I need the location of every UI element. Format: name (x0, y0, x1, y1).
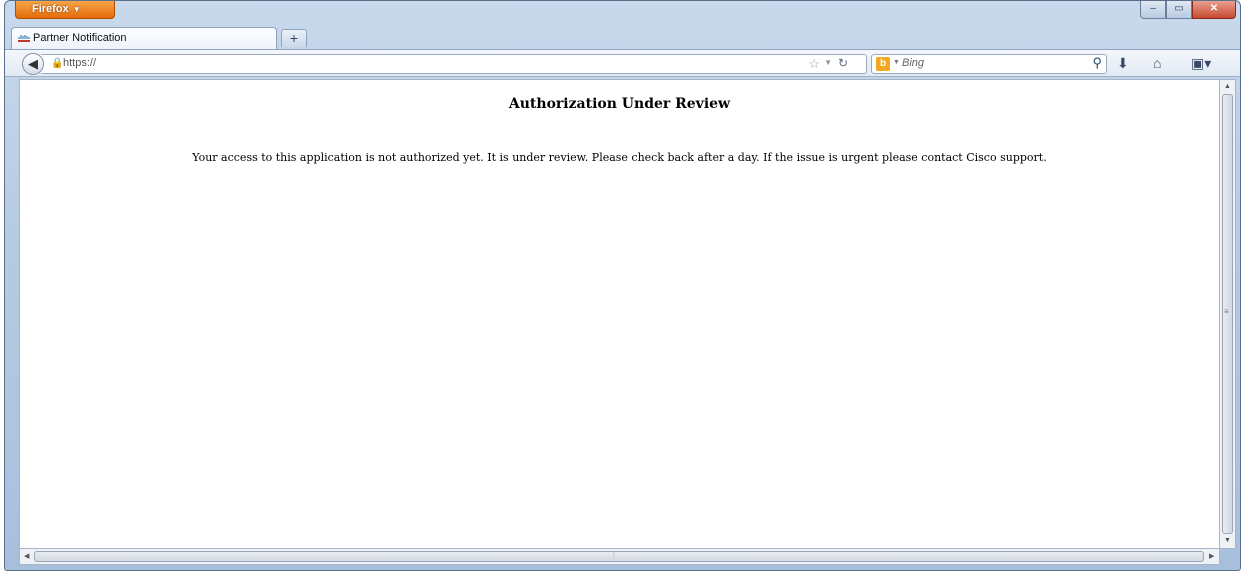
scroll-up-icon[interactable]: ▲ (1224, 83, 1231, 90)
scroll-down-icon[interactable]: ▼ (1224, 537, 1231, 544)
authorization-message: Your access to this application is not a… (192, 151, 1047, 164)
home-icon[interactable]: ⌂ (1153, 55, 1161, 71)
grip-icon: ≡ (1224, 307, 1229, 316)
vertical-scroll-thumb[interactable]: ≡ (1222, 94, 1233, 534)
horizontal-scrollbar[interactable]: ◀ ⦙ ▶ (19, 549, 1220, 565)
vertical-scrollbar[interactable]: ▲ ≡ ▼ (1220, 79, 1236, 549)
bookmarks-menu-icon[interactable]: ▣▾ (1191, 55, 1211, 72)
chevron-down-icon: ▼ (72, 5, 81, 14)
new-tab-button[interactable]: + (281, 29, 307, 47)
firefox-menu-label: Firefox (32, 3, 69, 15)
history-dropdown-icon[interactable]: ▼ (824, 58, 832, 67)
search-bar[interactable]: b ▼ Bing ⚲ (871, 54, 1107, 74)
minimize-icon[interactable]: – (1140, 1, 1166, 19)
star-icon[interactable]: ☆ (808, 56, 820, 72)
download-icon[interactable]: ⬇ (1117, 55, 1129, 72)
cisco-logo-icon (18, 35, 30, 43)
back-arrow-icon: ◀ (28, 56, 38, 71)
firefox-menu-button[interactable]: Firefox ▼ (15, 1, 115, 19)
lock-icon: 🔒 (51, 58, 64, 69)
tab-label: Partner Notification (33, 32, 127, 44)
reload-icon[interactable]: ↻ (838, 56, 848, 70)
engine-dropdown-icon[interactable]: ▼ (893, 59, 900, 66)
scroll-left-icon[interactable]: ◀ (24, 552, 29, 560)
tab-partner-notification[interactable]: Partner Notification (11, 27, 277, 49)
grip-icon: ⦙ (613, 551, 615, 560)
search-icon[interactable]: ⚲ (1092, 55, 1102, 71)
browser-window: Firefox ▼ – ▭ ✕ Partner Notification + 🔒 … (4, 0, 1241, 571)
scroll-right-icon[interactable]: ▶ (1209, 552, 1214, 560)
close-icon[interactable]: ✕ (1192, 1, 1236, 19)
bing-icon[interactable]: b (876, 57, 890, 71)
maximize-icon[interactable]: ▭ (1166, 1, 1192, 19)
url-text[interactable]: https:// (63, 57, 96, 69)
page-title: Authorization Under Review (508, 96, 731, 112)
search-input[interactable]: Bing (902, 57, 924, 69)
window-caption-buttons: – ▭ ✕ (1140, 1, 1236, 19)
back-button[interactable]: ◀ (22, 53, 44, 75)
page-content: Authorization Under Review Your access t… (19, 79, 1220, 549)
address-bar[interactable]: 🔒 https:// ☆ ▼ ↻ (41, 54, 867, 74)
navigation-toolbar: 🔒 https:// ☆ ▼ ↻ ◀ b ▼ Bing ⚲ ⬇ ⌂ ▣▾ (5, 49, 1240, 77)
horizontal-scroll-thumb[interactable]: ⦙ (34, 551, 1204, 562)
